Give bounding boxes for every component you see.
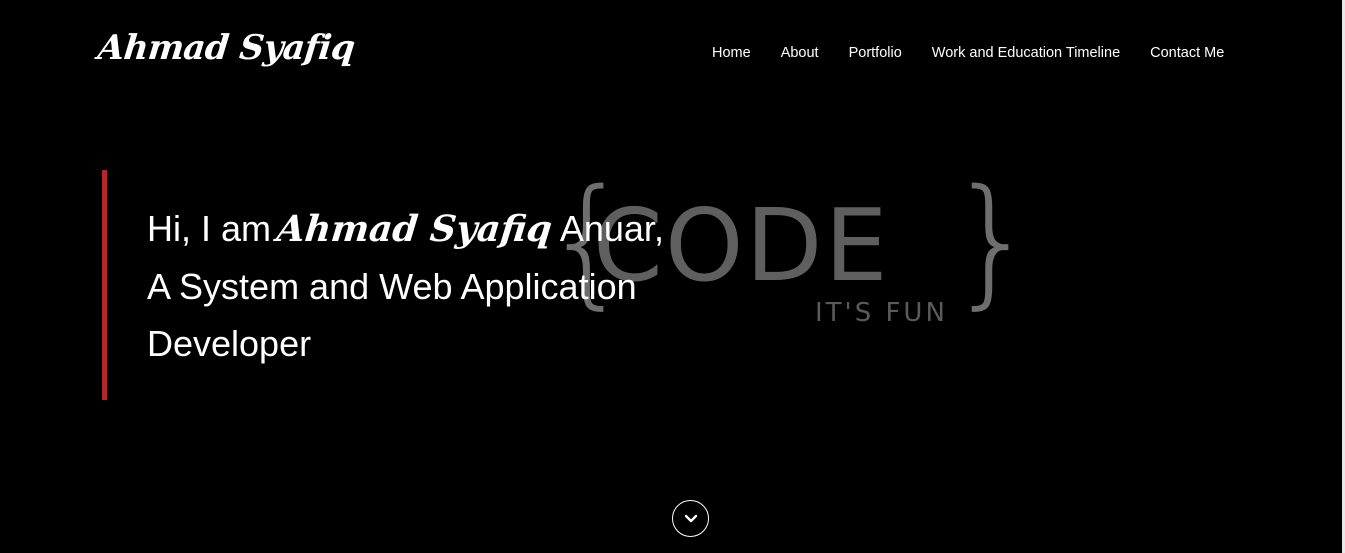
scroll-down-button[interactable] [672, 500, 709, 537]
code-tagline: IT'S FUN [815, 298, 948, 328]
hero-name-script: Ahmad Syafiq [274, 208, 555, 250]
hero-role-line2: Developer [147, 323, 312, 364]
nav-about[interactable]: About [781, 43, 819, 63]
hero-intro: Hi, I am Ahmad Syafiq Anuar, A System and… [147, 200, 664, 372]
chevron-down-icon [684, 514, 697, 522]
nav-home[interactable]: Home [712, 43, 751, 63]
main-nav: Home About Portfolio Work and Education … [712, 43, 1224, 63]
hero-greeting: Hi, I am Ahmad Syafiq Anuar, [147, 200, 664, 258]
greeting-prefix: Hi, I am [147, 208, 272, 249]
close-brace: } [948, 160, 1038, 323]
page: Ahmad Syafiq Home About Portfolio Work a… [0, 0, 1345, 553]
hero-accent-bar [102, 170, 107, 400]
nav-contact[interactable]: Contact Me [1150, 43, 1224, 63]
greeting-suffix: Anuar, [559, 208, 664, 249]
nav-timeline[interactable]: Work and Education Timeline [932, 43, 1120, 63]
hero-role-line1: A System and Web Application [147, 266, 637, 307]
brand-logo[interactable]: Ahmad Syafiq [96, 28, 357, 68]
nav-portfolio[interactable]: Portfolio [849, 43, 902, 63]
